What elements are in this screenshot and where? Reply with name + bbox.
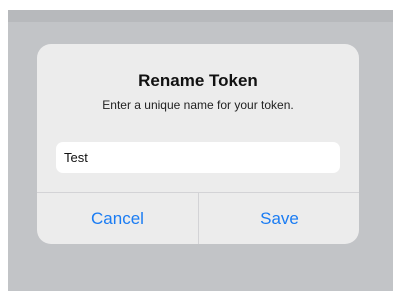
save-button[interactable]: Save bbox=[199, 193, 359, 244]
rename-token-dialog: Rename Token Enter a unique name for you… bbox=[37, 44, 359, 244]
top-bar bbox=[8, 10, 393, 22]
dialog-message: Enter a unique name for your token. bbox=[102, 98, 294, 112]
token-name-input[interactable] bbox=[56, 142, 340, 173]
screen: Rename Token Enter a unique name for you… bbox=[0, 0, 395, 291]
dialog-title: Rename Token bbox=[138, 71, 258, 90]
cancel-button[interactable]: Cancel bbox=[37, 193, 198, 244]
